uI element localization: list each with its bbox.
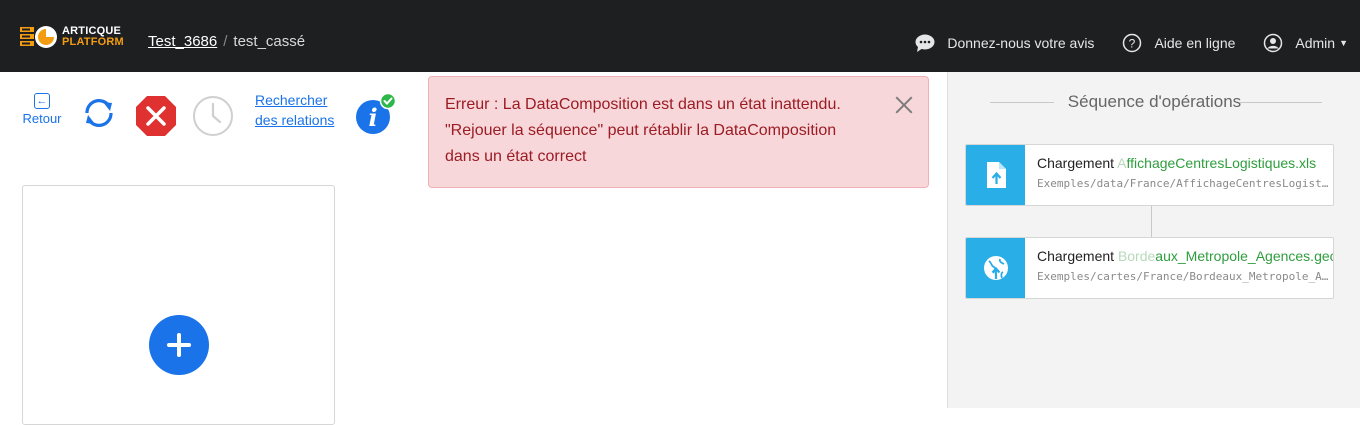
feedback-label: Donnez-nous votre avis [947,35,1095,51]
operation-label: Chargement [1037,155,1115,171]
info-icon[interactable]: i [355,93,399,137]
operation-body: Chargement Bordeaux_Metropole_Agences.ge… [1025,238,1333,298]
operation-file-name: ffichageCentresLogistiques.xls [1126,155,1317,171]
globe-upload-icon [966,238,1025,298]
user-circle-icon [1264,33,1283,53]
breadcrumb: Test_3686 / test_cassé [148,33,305,50]
logo-text: ARTICQUE PLATFORM [62,25,124,48]
back-label: Retour [22,111,62,126]
datacomposition-panel [22,185,335,425]
operation-file-name: aux_Metropole_Agences.geojs [1155,248,1333,264]
user-menu[interactable]: Admin ▼ [1263,33,1348,53]
articque-logo[interactable]: ARTICQUE PLATFORM [20,21,128,53]
operation-path: Exemples/cartes/France/Bordeaux_Metropol… [1037,270,1333,283]
feedback-link[interactable]: Donnez-nous votre avis [915,34,1094,52]
operation-label: Chargement [1037,248,1115,264]
refresh-icon[interactable] [80,96,118,130]
close-icon[interactable] [894,95,914,115]
operation-title: Chargement AffichageCentresLogistiques.x… [1037,152,1333,174]
operation-card[interactable]: Chargement AffichageCentresLogistiques.x… [965,144,1334,206]
search-relations-line1: Rechercher [255,92,328,108]
help-link[interactable]: ? Aide en ligne [1122,33,1235,53]
operation-file: AffichageCentresLogistiques.xls [1117,155,1316,171]
operation-connector [1151,206,1152,238]
breadcrumb-separator: / [223,33,228,50]
operation-file-faded: Borde [1117,248,1156,264]
help-label: Aide en ligne [1154,35,1236,51]
search-relations-link[interactable]: Rechercher des relations [255,90,334,130]
top-right-menu: Donnez-nous votre avis ? Aide en ligne A… [887,33,1348,53]
alert-line-2: "Rejouer la séquence" peut rétablir la D… [445,122,837,139]
svg-text:?: ? [1129,37,1136,51]
file-upload-icon [966,145,1025,205]
operation-file-faded: A [1117,155,1127,171]
caret-down-icon: ▼ [1339,38,1348,48]
back-icon: ← [34,93,50,109]
operation-file: Bordeaux_Metropole_Agences.geojs [1118,248,1333,264]
chat-bubble-icon [915,34,935,52]
sequence-panel: Séquence d'opérations Chargement Afficha… [947,72,1360,408]
history-icon[interactable] [191,94,235,138]
logo-mark-icon [20,23,60,51]
operation-path: Exemples/data/France/AffichageCentresLog… [1037,177,1333,190]
title-divider-right [1240,102,1322,103]
operation-body: Chargement AffichageCentresLogistiques.x… [1025,145,1333,205]
operation-card[interactable]: Chargement Bordeaux_Metropole_Agences.ge… [965,237,1334,299]
add-button[interactable] [149,315,209,375]
svg-text:i: i [368,103,377,132]
search-relations-line2: des relations [255,112,335,128]
alert-line-3: dans un état correct [445,148,587,165]
stop-icon[interactable] [134,94,178,138]
breadcrumb-current: test_cassé [233,33,306,50]
back-button[interactable]: ← Retour [20,93,64,126]
alert-line-1: Erreur : La DataComposition est dans un … [445,96,841,113]
breadcrumb-project-link[interactable]: Test_3686 [148,33,217,50]
operation-title: Chargement Bordeaux_Metropole_Agences.ge… [1037,245,1333,267]
user-label: Admin [1295,35,1336,51]
error-alert: Erreur : La DataComposition est dans un … [428,76,929,188]
top-navbar: ARTICQUE PLATFORM Test_3686 / test_cassé… [0,0,1360,72]
question-circle-icon: ? [1123,33,1142,53]
